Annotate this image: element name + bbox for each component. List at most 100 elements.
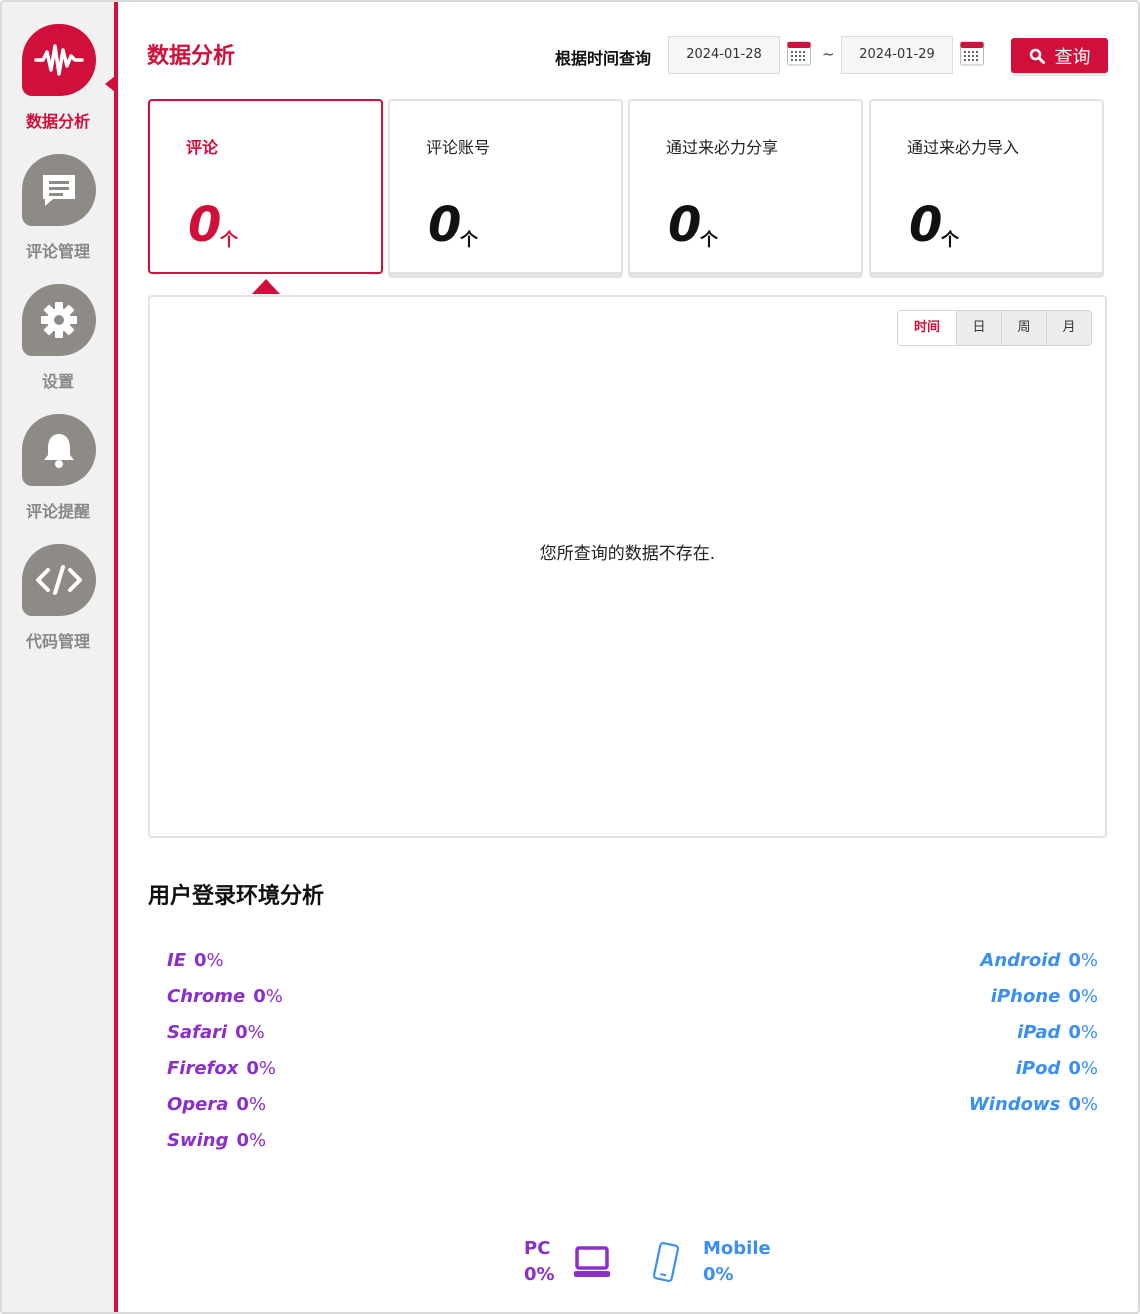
device-unit: % (1080, 950, 1098, 971)
stat-card-unit: 个 (460, 230, 478, 251)
tab-day[interactable]: 日 (956, 311, 1001, 345)
device-row-android: Android 0% (969, 950, 1098, 986)
code-icon (22, 544, 96, 616)
gear-icon (22, 284, 96, 356)
sidebar-item-label: 评论提醒 (25, 502, 90, 521)
device-name: iPad (1017, 1022, 1061, 1043)
chart-panel: 时间 日 周 月 您所查询的数据不存在. (148, 295, 1107, 838)
sidebar-item-comment-alerts[interactable]: 评论提醒 (2, 414, 114, 534)
browser-value: 0 (194, 950, 207, 971)
browser-unit: % (265, 986, 283, 1007)
device-row-ipod: iPod 0% (969, 1058, 1098, 1094)
device-value: 0 (1068, 1094, 1081, 1115)
stat-card-value: 0 (668, 197, 702, 253)
pc-value: 0% (524, 1264, 555, 1285)
browser-row-chrome: Chrome 0% (167, 986, 283, 1022)
browser-row-ie: IE 0% (167, 950, 283, 986)
start-calendar-icon[interactable] (787, 40, 811, 66)
browser-row-swing: Swing 0% (167, 1130, 283, 1166)
device-unit: % (1080, 1094, 1098, 1115)
tab-time[interactable]: 时间 (898, 311, 956, 345)
mobile-summary: Mobile 0% (650, 1236, 771, 1288)
browser-value: 0 (236, 1130, 249, 1151)
sidebar-item-comment-management[interactable]: 评论管理 (2, 154, 114, 274)
device-name: iPod (1015, 1058, 1061, 1079)
device-unit: % (1080, 1058, 1098, 1079)
browser-name: Firefox (167, 1058, 239, 1079)
stat-card-shares[interactable]: 通过来必力分享 0 个 (628, 99, 863, 274)
stat-card-value: 0 (188, 197, 222, 253)
mobile-label: Mobile (703, 1238, 771, 1259)
browser-row-safari: Safari 0% (167, 1022, 283, 1058)
sidebar-item-settings[interactable]: 设置 (2, 284, 114, 404)
device-value: 0 (1068, 950, 1081, 971)
browser-name: Swing (167, 1130, 229, 1151)
search-icon (1029, 48, 1045, 64)
laptop-icon (573, 1246, 610, 1277)
tab-month[interactable]: 月 (1046, 311, 1091, 345)
stat-card-label: 评论 (186, 138, 219, 157)
stat-card-comments[interactable]: 评论 0 个 (148, 99, 383, 274)
active-card-arrow (252, 279, 280, 294)
device-list: Android 0% iPhone 0% iPad 0% iPod 0% Windows… (969, 950, 1098, 1130)
device-value: 0 (1068, 1022, 1081, 1043)
device-value: 0 (1068, 1058, 1081, 1079)
browser-row-firefox: Firefox 0% (167, 1058, 283, 1094)
stat-card-label: 通过来必力分享 (666, 138, 779, 157)
search-button[interactable]: 查询 (1011, 38, 1108, 73)
start-date-input[interactable]: 2024-01-28 (668, 36, 780, 74)
env-section-title: 用户登录环境分析 (148, 884, 325, 909)
browser-value: 0 (235, 1022, 248, 1043)
browser-unit: % (249, 1130, 267, 1151)
stat-card-imports[interactable]: 通过来必力导入 0 个 (869, 99, 1104, 274)
browser-name: IE (167, 950, 186, 971)
mobile-value: 0% (703, 1264, 734, 1285)
page-title: 数据分析 (147, 44, 236, 69)
comment-icon (22, 154, 96, 226)
sidebar-accent-line (114, 2, 118, 1312)
device-row-windows: Windows 0% (969, 1094, 1098, 1130)
browser-unit: % (206, 950, 224, 971)
sidebar-item-data-analysis[interactable]: 数据分析 (2, 24, 115, 144)
stat-card-value: 0 (909, 197, 943, 253)
browser-unit: % (248, 1094, 267, 1115)
device-name: Android (980, 950, 1061, 971)
stat-card-unit: 个 (220, 230, 238, 251)
browser-list: IE 0% Chrome 0% Safari 0% Firefox 0% Opera 0%… (167, 950, 283, 1166)
sidebar-item-code-management[interactable]: 代码管理 (2, 544, 114, 664)
end-date-input[interactable]: 2024-01-29 (841, 36, 953, 74)
tab-week[interactable]: 周 (1001, 311, 1046, 345)
end-calendar-icon[interactable] (960, 40, 984, 66)
smartphone-icon (652, 1241, 680, 1283)
sidebar: 数据分析 评论管理 设置 评论提醒 代码管理 (2, 2, 115, 1312)
pc-label: PC (524, 1238, 551, 1259)
bell-icon (22, 414, 96, 486)
sidebar-item-label: 代码管理 (25, 632, 90, 651)
sidebar-item-label: 设置 (41, 372, 74, 391)
search-button-label: 查询 (1054, 46, 1091, 68)
browser-name: Safari (167, 1022, 228, 1043)
sidebar-item-label: 数据分析 (25, 112, 90, 131)
stat-card-unit: 个 (700, 230, 718, 251)
device-unit: % (1080, 1022, 1098, 1043)
sidebar-item-label: 评论管理 (25, 242, 90, 261)
stat-card-unit: 个 (941, 230, 959, 251)
browser-unit: % (247, 1022, 265, 1043)
date-query-label: 根据时间查询 (555, 49, 652, 68)
pc-summary: PC 0% (524, 1236, 611, 1288)
browser-value: 0 (236, 1094, 249, 1115)
stat-card-label: 通过来必力导入 (907, 138, 1020, 157)
device-row-iphone: iPhone 0% (969, 986, 1098, 1022)
stat-card-comment-accounts[interactable]: 评论账号 0 个 (388, 99, 623, 274)
device-name: Windows (968, 1094, 1061, 1115)
browser-unit: % (258, 1058, 276, 1079)
device-row-ipad: iPad 0% (969, 1022, 1098, 1058)
period-tabs: 时间 日 周 月 (897, 310, 1092, 346)
waveform-icon (22, 24, 96, 96)
app-frame: 数据分析 评论管理 设置 评论提醒 代码管理 数据分析 根据时间查询 2024-… (0, 0, 1140, 1314)
browser-name: Chrome (167, 986, 246, 1007)
empty-data-message: 您所查询的数据不存在. (539, 544, 716, 564)
device-unit: % (1080, 986, 1098, 1007)
browser-value: 0 (253, 986, 266, 1007)
device-value: 0 (1068, 986, 1081, 1007)
